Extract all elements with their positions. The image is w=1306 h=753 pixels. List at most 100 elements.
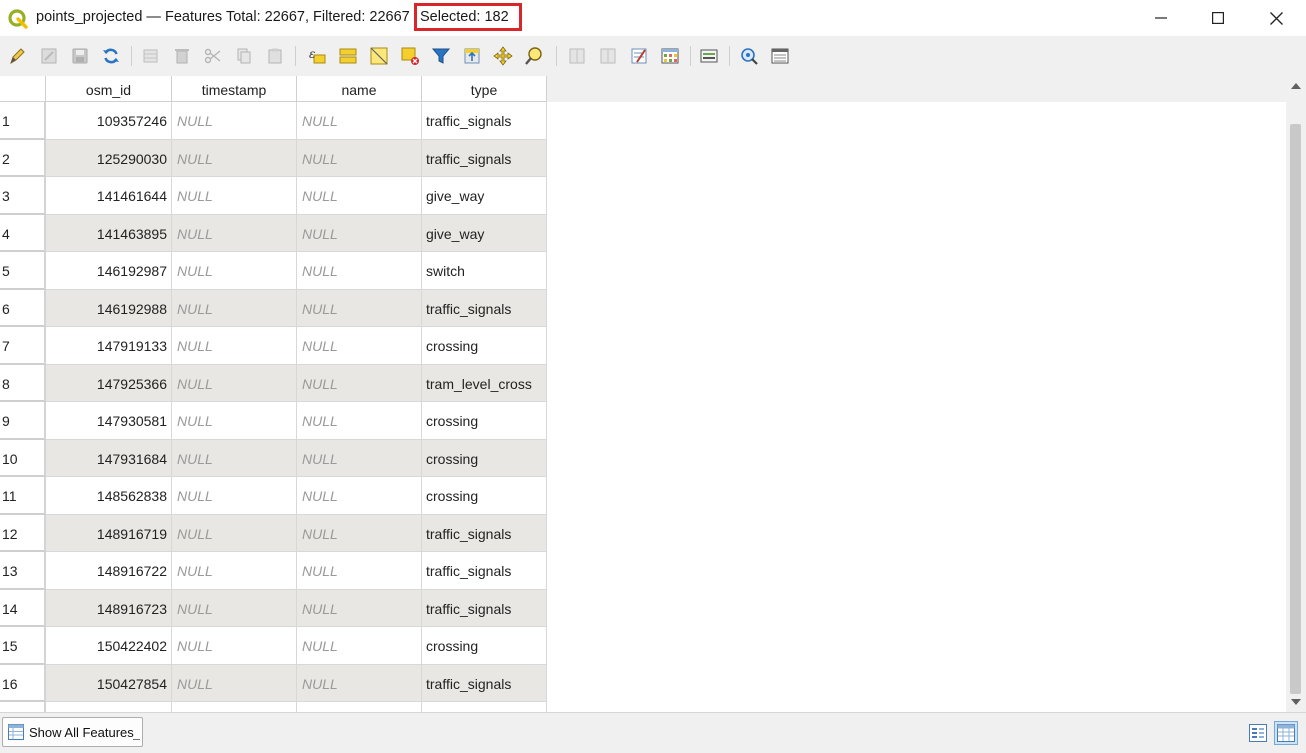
row-number-header[interactable]: 5 [0,252,46,290]
cell-name[interactable]: NULL [297,364,422,402]
cell-type[interactable]: give_way [422,177,547,215]
cell-osm-id[interactable]: 150427854 [46,664,172,702]
organize-columns-button[interactable] [769,45,791,67]
select-by-expression-button[interactable]: ε [306,45,328,67]
row-number-header[interactable]: 13 [0,552,46,590]
cell-type[interactable]: traffic_signals [422,289,547,327]
cell-osm-id[interactable]: 148916719 [46,514,172,552]
cell-name[interactable]: NULL [297,289,422,327]
row-number-header[interactable]: 10 [0,439,46,477]
row-number-header[interactable]: 9 [0,402,46,440]
table-row[interactable]: 16 150427854 NULL NULL traffic_signals [0,664,547,702]
row-number-header[interactable]: 7 [0,327,46,365]
maximize-button[interactable] [1189,0,1247,36]
cell-type[interactable]: traffic_signals [422,514,547,552]
cell-timestamp[interactable]: NULL [172,139,297,177]
save-edits-button[interactable] [69,45,91,67]
cell-name[interactable]: NULL [297,402,422,440]
table-row[interactable]: 2 125290030 NULL NULL traffic_signals [0,139,547,177]
table-row[interactable]: 14 148916723 NULL NULL traffic_signals [0,589,547,627]
reload-button[interactable] [100,45,122,67]
cell-type[interactable]: traffic_signals [422,139,547,177]
table-view-button[interactable] [1274,721,1298,745]
show-all-features-button[interactable]: Show All Features [2,717,143,747]
table-row[interactable]: 9 147930581 NULL NULL crossing [0,402,547,440]
cell-timestamp[interactable]: NULL [172,552,297,590]
cell-timestamp[interactable]: NULL [172,439,297,477]
table-row[interactable]: 3 141461644 NULL NULL give_way [0,177,547,215]
table-row[interactable]: 8 147925366 NULL NULL tram_level_cross [0,364,547,402]
cell-osm-id[interactable]: 148916722 [46,552,172,590]
column-header-timestamp[interactable]: timestamp [172,76,297,102]
row-number-header[interactable]: 15 [0,627,46,665]
cell-name[interactable]: NULL [297,627,422,665]
paste-button[interactable] [264,45,286,67]
close-button[interactable] [1247,0,1305,36]
delete-field-button[interactable] [597,45,619,67]
cell-timestamp[interactable]: NULL [172,177,297,215]
copy-button[interactable] [233,45,255,67]
row-number-header[interactable]: 4 [0,214,46,252]
cell-type[interactable]: traffic_signals [422,102,547,140]
scrollbar-thumb[interactable] [1290,124,1301,694]
cell-type[interactable]: switch [422,252,547,290]
column-header-osm-id[interactable]: osm_id [46,76,172,102]
filter-button[interactable] [430,45,452,67]
pan-to-selection-button[interactable] [492,45,514,67]
cell-name[interactable]: NULL [297,102,422,140]
toggle-editing-button[interactable] [6,45,28,67]
table-corner-button[interactable] [0,76,46,102]
row-number-header[interactable]: 16 [0,664,46,702]
row-number-header[interactable]: 2 [0,139,46,177]
field-calculator-button[interactable] [628,45,650,67]
actions-button[interactable] [698,45,720,67]
delete-feature-button[interactable] [171,45,193,67]
column-header-name[interactable]: name [297,76,422,102]
cell-name[interactable]: NULL [297,139,422,177]
cell-osm-id[interactable]: 147931684 [46,439,172,477]
cell-name[interactable]: NULL [297,514,422,552]
table-row[interactable]: 15 150422402 NULL NULL crossing [0,627,547,665]
cell-type[interactable]: crossing [422,627,547,665]
scroll-down-arrow-icon[interactable] [1291,698,1301,706]
cell-timestamp[interactable]: NULL [172,514,297,552]
cell-timestamp[interactable]: NULL [172,402,297,440]
cell-name[interactable]: NULL [297,214,422,252]
cell-osm-id[interactable]: 147930581 [46,402,172,440]
cell-name[interactable]: NULL [297,327,422,365]
cell-osm-id[interactable]: 146192987 [46,252,172,290]
cell-name[interactable]: NULL [297,552,422,590]
cell-timestamp[interactable]: NULL [172,289,297,327]
cell-timestamp[interactable]: NULL [172,327,297,365]
cell-type[interactable]: crossing [422,477,547,515]
cell-osm-id[interactable]: 148916723 [46,589,172,627]
vertical-scrollbar[interactable] [1286,76,1306,712]
row-number-header[interactable]: 12 [0,514,46,552]
column-header-type[interactable]: type [422,76,547,102]
row-number-header[interactable]: 6 [0,289,46,327]
cell-osm-id[interactable]: 109357246 [46,102,172,140]
row-number-header[interactable]: 14 [0,589,46,627]
cell-osm-id[interactable]: 141463895 [46,214,172,252]
table-row[interactable]: 13 148916722 NULL NULL traffic_signals [0,552,547,590]
cell-type[interactable]: crossing [422,327,547,365]
cell-timestamp[interactable]: NULL [172,364,297,402]
cell-timestamp[interactable]: NULL [172,664,297,702]
multi-edit-button[interactable] [38,45,60,67]
cut-button[interactable] [202,45,224,67]
zoom-to-selection-button[interactable] [523,45,545,67]
cell-osm-id[interactable]: 147925366 [46,364,172,402]
cell-osm-id[interactable]: 148562838 [46,477,172,515]
minimize-button[interactable] [1132,0,1190,36]
row-number-header[interactable]: 3 [0,177,46,215]
cell-name[interactable]: NULL [297,177,422,215]
cell-type[interactable]: traffic_signals [422,552,547,590]
cell-timestamp[interactable]: NULL [172,477,297,515]
table-row[interactable]: 10 147931684 NULL NULL crossing [0,439,547,477]
invert-selection-button[interactable] [368,45,390,67]
row-number-header[interactable]: 11 [0,477,46,515]
row-number-header[interactable]: 8 [0,364,46,402]
cell-timestamp[interactable]: NULL [172,214,297,252]
table-row[interactable]: 5 146192987 NULL NULL switch [0,252,547,290]
cell-type[interactable]: give_way [422,214,547,252]
